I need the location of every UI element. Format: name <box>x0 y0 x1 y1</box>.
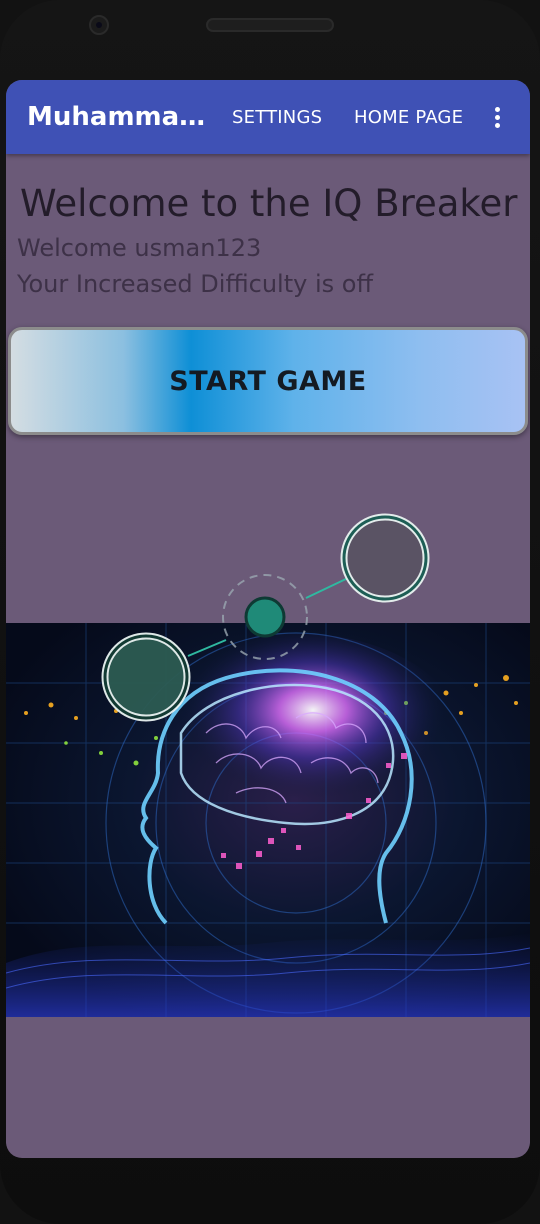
start-game-button[interactable]: START GAME <box>8 327 528 435</box>
phone-frame: Muhammad_... SETTINGS HOME PAGE Welcome … <box>0 0 540 1224</box>
app-bar: Muhammad_... SETTINGS HOME PAGE <box>6 80 530 154</box>
app-title: Muhammad_... <box>27 102 207 132</box>
more-vertical-icon[interactable] <box>490 104 506 132</box>
start-game-label: START GAME <box>169 365 367 397</box>
front-camera <box>89 15 109 35</box>
home-page-menu-item[interactable]: HOME PAGE <box>354 107 463 128</box>
difficulty-status-text: Your Increased Difficulty is off <box>17 270 373 298</box>
earpiece-speaker <box>206 18 334 32</box>
welcome-heading: Welcome to the IQ Breaker <box>20 182 518 225</box>
welcome-user-text: Welcome usman123 <box>17 234 262 262</box>
settings-menu-item[interactable]: SETTINGS <box>232 107 322 128</box>
decorative-circles <box>101 513 430 722</box>
app-screen: Muhammad_... SETTINGS HOME PAGE Welcome … <box>6 80 530 1158</box>
